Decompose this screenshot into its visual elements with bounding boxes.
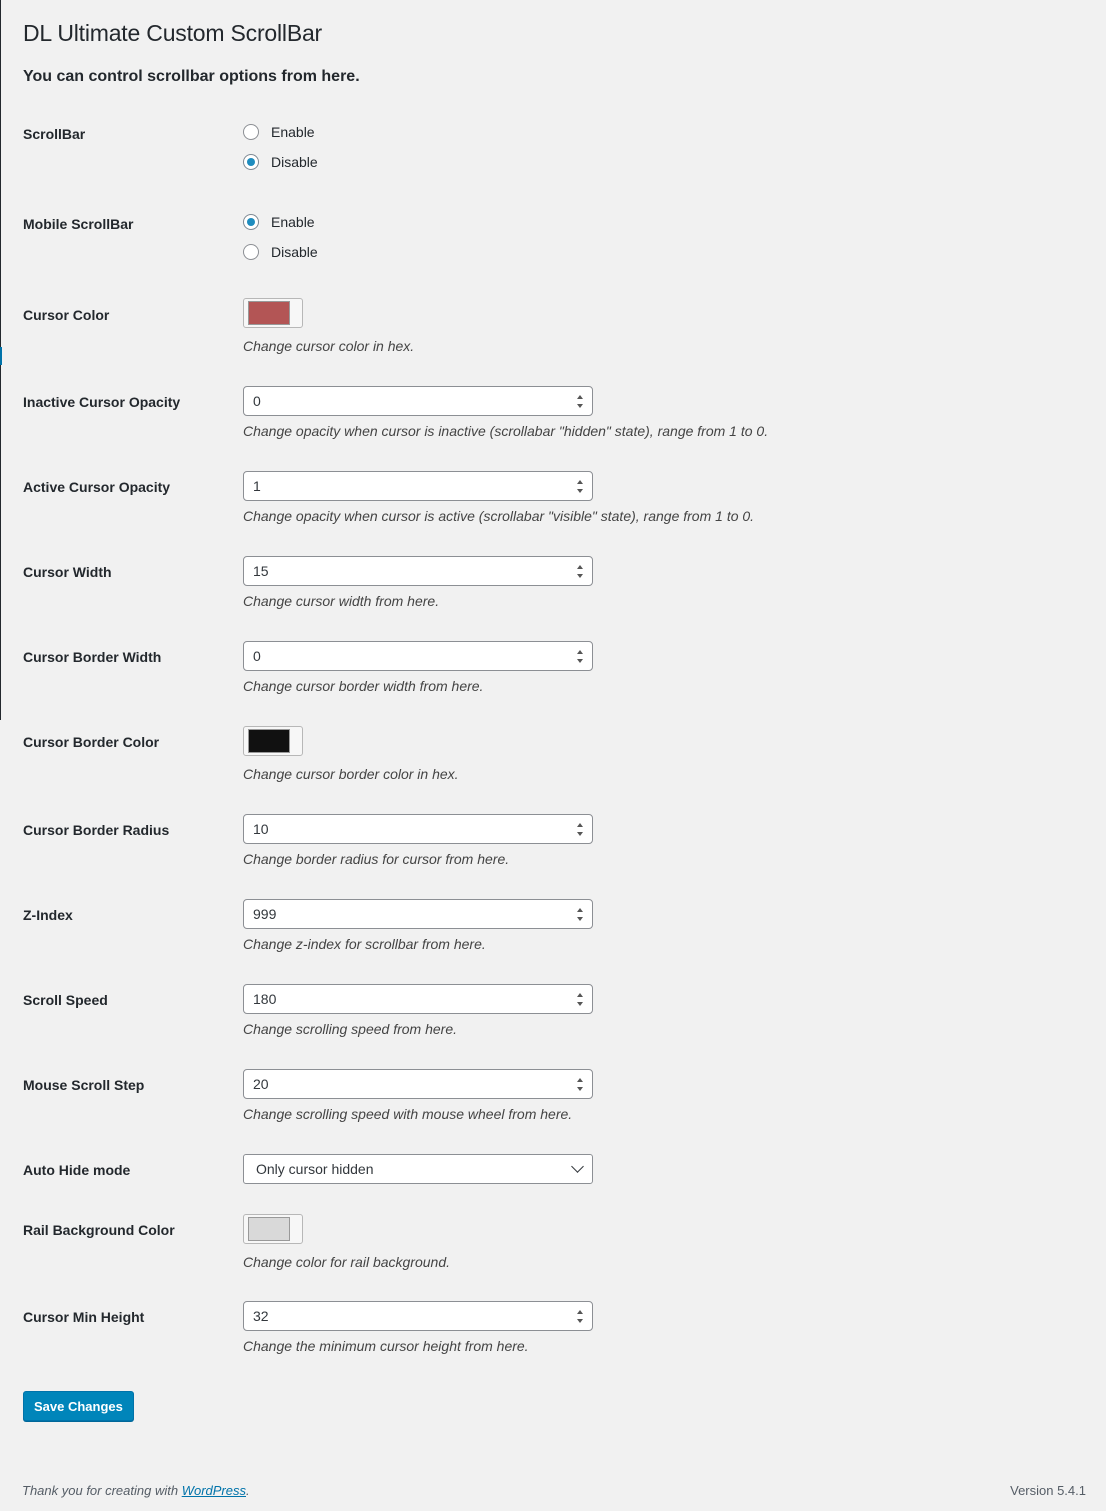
active-cursor-opacity-label: Active Cursor Opacity [23, 479, 171, 495]
rail-background-color-picker[interactable] [243, 1214, 303, 1244]
scrollbar-disable-option[interactable]: Disable [243, 147, 318, 177]
page-title: DL Ultimate Custom ScrollBar [23, 20, 323, 46]
cursor-border-radius-label: Cursor Border Radius [23, 822, 170, 838]
mobile-scrollbar-enable-label[interactable]: Enable [271, 214, 315, 230]
cursor-width-value: 15 [253, 563, 269, 579]
number-spinner-icon[interactable] [576, 480, 583, 493]
auto-hide-mode-field: Only cursor hidden [243, 1154, 593, 1184]
scrollbar-enable-radio[interactable] [243, 124, 259, 140]
number-spinner-icon[interactable] [576, 395, 583, 408]
scrollbar-disable-label[interactable]: Disable [271, 154, 318, 170]
mouse-scroll-step-input[interactable]: 20 [243, 1069, 593, 1099]
auto-hide-mode-label: Auto Hide mode [23, 1162, 131, 1178]
active-cursor-opacity-value: 1 [253, 478, 261, 494]
z-index-value: 999 [253, 906, 277, 922]
cursor-border-width-value: 0 [253, 648, 261, 664]
number-spinner-icon[interactable] [576, 1078, 583, 1091]
z-index-label: Z-Index [23, 907, 73, 923]
scrollbar-radio-group: Enable Disable [243, 117, 318, 177]
mobile-scrollbar-disable-radio[interactable] [243, 244, 259, 260]
cursor-min-height-description: Change the minimum cursor height from he… [243, 1338, 529, 1354]
cursor-color-picker[interactable] [243, 298, 303, 328]
cursor-border-radius-field: 10 Change border radius for cursor from … [243, 814, 593, 867]
cursor-border-radius-input[interactable]: 10 [243, 814, 593, 844]
footer-thanks: Thank you for creating with WordPress. [22, 1483, 250, 1498]
cursor-color-description: Change cursor color in hex. [243, 338, 415, 354]
scroll-speed-input[interactable]: 180 [243, 984, 593, 1014]
inactive-cursor-opacity-label: Inactive Cursor Opacity [23, 394, 181, 410]
cursor-width-input[interactable]: 15 [243, 556, 593, 586]
mouse-scroll-step-field: 20 Change scrolling speed with mouse whe… [243, 1069, 593, 1122]
scroll-speed-value: 180 [253, 991, 277, 1007]
cursor-border-width-label: Cursor Border Width [23, 649, 162, 665]
scroll-speed-description: Change scrolling speed from here. [243, 1021, 458, 1037]
rail-background-color-label: Rail Background Color [23, 1222, 175, 1238]
scroll-speed-label: Scroll Speed [23, 992, 108, 1008]
number-spinner-icon[interactable] [576, 908, 583, 921]
cursor-min-height-input[interactable]: 32 [243, 1301, 593, 1331]
cursor-border-radius-description: Change border radius for cursor from her… [243, 851, 510, 867]
cursor-border-radius-value: 10 [253, 821, 269, 837]
rail-background-color-field: Change color for rail background. [243, 1214, 450, 1270]
mouse-scroll-step-label: Mouse Scroll Step [23, 1077, 145, 1093]
cursor-min-height-value: 32 [253, 1308, 269, 1324]
mobile-scrollbar-label: Mobile ScrollBar [23, 216, 134, 232]
inactive-cursor-opacity-value: 0 [253, 393, 261, 409]
active-cursor-opacity-description: Change opacity when cursor is active (sc… [243, 508, 755, 524]
cursor-border-color-field: Change cursor border color in hex. [243, 726, 459, 782]
rail-background-color-swatch [248, 1217, 290, 1241]
cursor-min-height-field: 32 Change the minimum cursor height from… [243, 1301, 593, 1354]
cursor-min-height-label: Cursor Min Height [23, 1309, 145, 1325]
mobile-scrollbar-disable-label[interactable]: Disable [271, 244, 318, 260]
cursor-width-description: Change cursor width from here. [243, 593, 440, 609]
footer-thanks-suffix: . [246, 1483, 250, 1498]
scrollbar-disable-radio[interactable] [243, 154, 259, 170]
cursor-border-width-field: 0 Change cursor border width from here. [243, 641, 593, 694]
footer-version: Version 5.4.1 [1010, 1483, 1086, 1498]
auto-hide-mode-value: Only cursor hidden [256, 1161, 374, 1177]
z-index-field: 999 Change z-index for scrollbar from he… [243, 899, 593, 952]
mobile-scrollbar-enable-radio[interactable] [243, 214, 259, 230]
inactive-cursor-opacity-input[interactable]: 0 [243, 386, 593, 416]
active-cursor-opacity-field: 1 Change opacity when cursor is active (… [243, 471, 754, 524]
number-spinner-icon[interactable] [576, 993, 583, 1006]
scrollbar-enable-label[interactable]: Enable [271, 124, 315, 140]
cursor-border-width-input[interactable]: 0 [243, 641, 593, 671]
mobile-scrollbar-disable-option[interactable]: Disable [243, 237, 318, 267]
chevron-down-icon [571, 1160, 584, 1173]
cursor-border-color-picker[interactable] [243, 726, 303, 756]
footer-thanks-prefix: Thank you for creating with [22, 1483, 182, 1498]
number-spinner-icon[interactable] [576, 565, 583, 578]
inactive-cursor-opacity-description: Change opacity when cursor is inactive (… [243, 423, 769, 439]
cursor-width-field: 15 Change cursor width from here. [243, 556, 593, 609]
cursor-border-width-description: Change cursor border width from here. [243, 678, 484, 694]
cursor-color-swatch [248, 301, 290, 325]
wordpress-link[interactable]: WordPress [182, 1483, 246, 1498]
z-index-description: Change z-index for scrollbar from here. [243, 936, 486, 952]
scroll-speed-field: 180 Change scrolling speed from here. [243, 984, 593, 1037]
number-spinner-icon[interactable] [576, 1310, 583, 1323]
inactive-cursor-opacity-field: 0 Change opacity when cursor is inactive… [243, 386, 768, 439]
number-spinner-icon[interactable] [576, 650, 583, 663]
cursor-border-color-description: Change cursor border color in hex. [243, 766, 459, 782]
mouse-scroll-step-description: Change scrolling speed with mouse wheel … [243, 1106, 573, 1122]
number-spinner-icon[interactable] [576, 823, 583, 836]
scrollbar-label: ScrollBar [23, 126, 86, 142]
mobile-scrollbar-radio-group: Enable Disable [243, 207, 318, 267]
save-changes-button[interactable]: Save Changes [23, 1391, 134, 1421]
rail-background-color-description: Change color for rail background. [243, 1254, 451, 1270]
z-index-input[interactable]: 999 [243, 899, 593, 929]
scrollbar-enable-option[interactable]: Enable [243, 117, 318, 147]
page-subtitle: You can control scrollbar options from h… [23, 68, 360, 85]
cursor-border-color-swatch [248, 729, 290, 753]
mouse-scroll-step-value: 20 [253, 1076, 269, 1092]
active-cursor-opacity-input[interactable]: 1 [243, 471, 593, 501]
cursor-border-color-label: Cursor Border Color [23, 734, 160, 750]
auto-hide-mode-select[interactable]: Only cursor hidden [243, 1154, 593, 1184]
admin-menu-edge-accent [0, 347, 2, 365]
cursor-color-label: Cursor Color [23, 307, 110, 323]
cursor-color-field: Change cursor color in hex. [243, 298, 414, 354]
cursor-width-label: Cursor Width [23, 564, 112, 580]
mobile-scrollbar-enable-option[interactable]: Enable [243, 207, 318, 237]
